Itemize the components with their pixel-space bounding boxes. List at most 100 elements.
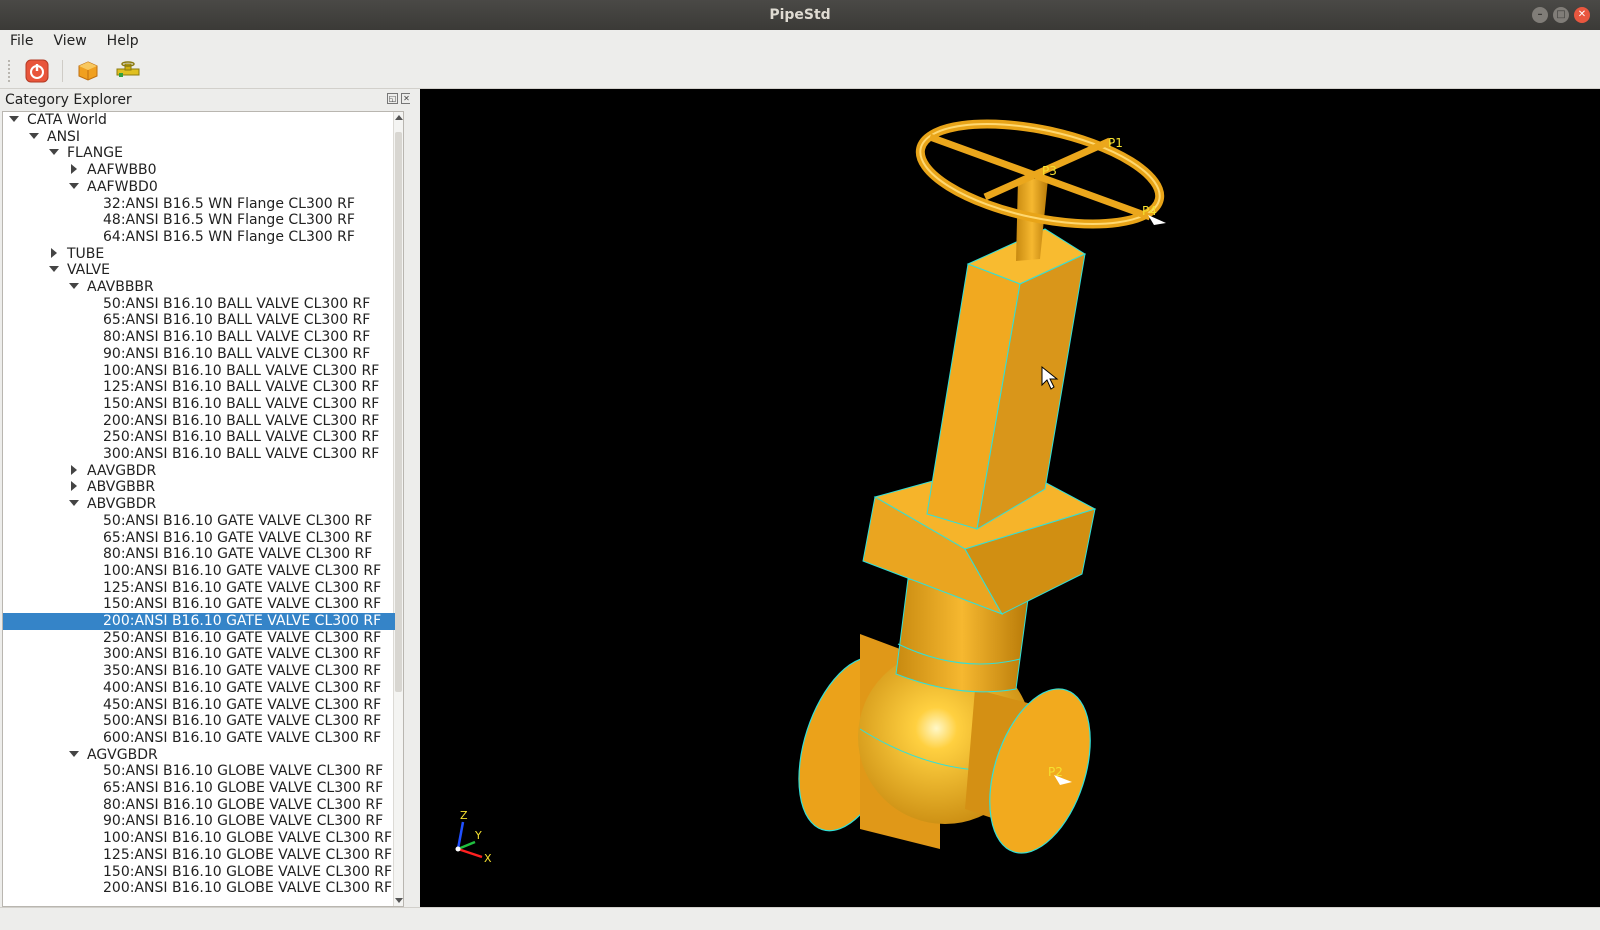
tree-item[interactable]: 125:ANSI B16.10 BALL VALVE CL300 RF — [3, 379, 395, 396]
tree-item[interactable]: 50:ANSI B16.10 GLOBE VALVE CL300 RF — [3, 763, 395, 780]
tree-item[interactable]: 90:ANSI B16.10 GLOBE VALVE CL300 RF — [3, 813, 395, 830]
tree-item[interactable]: ANSI — [3, 129, 395, 146]
tree-item[interactable]: 200:ANSI B16.10 GATE VALVE CL300 RF — [3, 613, 395, 630]
tree-item-label: TUBE — [67, 245, 105, 262]
panel-splitter[interactable] — [410, 89, 420, 907]
tree-item[interactable]: 250:ANSI B16.10 GATE VALVE CL300 RF — [3, 630, 395, 647]
maximize-icon[interactable]: □ — [1553, 7, 1569, 23]
tree-item[interactable]: ABVGBBR — [3, 479, 395, 496]
tree-item-label: 200:ANSI B16.10 GLOBE VALVE CL300 RF — [103, 880, 393, 897]
tree-item[interactable]: 100:ANSI B16.10 BALL VALVE CL300 RF — [3, 363, 395, 380]
scroll-up-icon[interactable] — [395, 115, 403, 120]
tree-item-label: AAFWBB0 — [87, 162, 157, 179]
tree-item[interactable]: 350:ANSI B16.10 GATE VALVE CL300 RF — [3, 663, 395, 680]
tree-item-label: 350:ANSI B16.10 GATE VALVE CL300 RF — [103, 663, 382, 680]
toolbar-grip[interactable] — [8, 59, 12, 82]
title-bar: PipeStd – □ ✕ — [0, 0, 1600, 30]
tree-item[interactable]: 300:ANSI B16.10 GATE VALVE CL300 RF — [3, 646, 395, 663]
tree-item[interactable]: 450:ANSI B16.10 GATE VALVE CL300 RF — [3, 697, 395, 714]
tree-item[interactable]: FLANGE — [3, 145, 395, 162]
tree-item[interactable]: 150:ANSI B16.10 GLOBE VALVE CL300 RF — [3, 864, 395, 881]
power-button[interactable] — [22, 57, 52, 85]
tree-item[interactable]: AAVBBBR — [3, 279, 395, 296]
expand-right-icon[interactable] — [71, 481, 77, 492]
tree-item[interactable]: 125:ANSI B16.10 GATE VALVE CL300 RF — [3, 580, 395, 597]
close-icon[interactable]: ✕ — [1574, 7, 1590, 23]
tree-item-label: 100:ANSI B16.10 BALL VALVE CL300 RF — [103, 362, 380, 379]
tree-item[interactable]: 200:ANSI B16.10 BALL VALVE CL300 RF — [3, 413, 395, 430]
tree-item[interactable]: 200:ANSI B16.10 GLOBE VALVE CL300 RF — [3, 880, 395, 897]
minimize-icon[interactable]: – — [1532, 7, 1548, 23]
menu-view[interactable]: View — [43, 30, 96, 53]
tree-item[interactable]: 250:ANSI B16.10 BALL VALVE CL300 RF — [3, 429, 395, 446]
tree-item[interactable]: 125:ANSI B16.10 GLOBE VALVE CL300 RF — [3, 847, 395, 864]
tree-item-label: AAFWBD0 — [87, 178, 158, 195]
status-bar — [0, 907, 1600, 930]
expand-down-icon[interactable] — [69, 500, 79, 507]
tree-item[interactable]: 65:ANSI B16.10 GLOBE VALVE CL300 RF — [3, 780, 395, 797]
tree-item[interactable]: 500:ANSI B16.10 GATE VALVE CL300 RF — [3, 713, 395, 730]
tree-item[interactable]: AGVGBDR — [3, 747, 395, 764]
tree-item[interactable]: 90:ANSI B16.10 BALL VALVE CL300 RF — [3, 346, 395, 363]
tree-item[interactable]: 32:ANSI B16.5 WN Flange CL300 RF — [3, 196, 395, 213]
tree-item[interactable]: 65:ANSI B16.10 BALL VALVE CL300 RF — [3, 312, 395, 329]
tree-item[interactable]: ABVGBDR — [3, 496, 395, 513]
window-title: PipeStd — [769, 7, 831, 23]
tree-item[interactable]: 48:ANSI B16.5 WN Flange CL300 RF — [3, 212, 395, 229]
tree-item[interactable]: 150:ANSI B16.10 GATE VALVE CL300 RF — [3, 596, 395, 613]
tree-item-label: 600:ANSI B16.10 GATE VALVE CL300 RF — [103, 729, 382, 746]
expand-down-icon[interactable] — [49, 266, 59, 273]
menu-help[interactable]: Help — [97, 30, 149, 53]
scroll-down-icon[interactable] — [395, 898, 403, 903]
pipe-icon — [116, 60, 140, 77]
expand-down-icon[interactable] — [49, 149, 59, 156]
tree-item-label: 90:ANSI B16.10 BALL VALVE CL300 RF — [103, 345, 371, 362]
3d-viewport[interactable]: P1 P3 P4 P2 Z Y X — [420, 89, 1600, 907]
tree-item-label: 64:ANSI B16.5 WN Flange CL300 RF — [103, 228, 355, 245]
tree-item[interactable]: 50:ANSI B16.10 BALL VALVE CL300 RF — [3, 296, 395, 313]
tree-item[interactable]: CATA World — [3, 112, 395, 129]
expand-down-icon[interactable] — [29, 132, 39, 139]
tree-item[interactable]: 50:ANSI B16.10 GATE VALVE CL300 RF — [3, 513, 395, 530]
expand-right-icon[interactable] — [51, 247, 57, 258]
tree-item-label: 50:ANSI B16.10 GATE VALVE CL300 RF — [103, 512, 373, 529]
expand-right-icon[interactable] — [71, 164, 77, 175]
tree-item-label: 125:ANSI B16.10 BALL VALVE CL300 RF — [103, 379, 380, 396]
tree-item[interactable]: 64:ANSI B16.5 WN Flange CL300 RF — [3, 229, 395, 246]
tree-item-label: 50:ANSI B16.10 BALL VALVE CL300 RF — [103, 295, 371, 312]
tree-item[interactable]: 100:ANSI B16.10 GATE VALVE CL300 RF — [3, 563, 395, 580]
tree-item-label: 450:ANSI B16.10 GATE VALVE CL300 RF — [103, 696, 382, 713]
expand-down-icon[interactable] — [69, 283, 79, 289]
power-icon — [25, 59, 49, 82]
tree-item[interactable]: AAFWBB0 — [3, 162, 395, 179]
tree-item[interactable]: 600:ANSI B16.10 GATE VALVE CL300 RF — [3, 730, 395, 747]
tree-item[interactable]: 80:ANSI B16.10 BALL VALVE CL300 RF — [3, 329, 395, 346]
tree-item[interactable]: 300:ANSI B16.10 BALL VALVE CL300 RF — [3, 446, 395, 463]
tree-item[interactable]: 65:ANSI B16.10 GATE VALVE CL300 RF — [3, 530, 395, 547]
tree-item-label: 125:ANSI B16.10 GLOBE VALVE CL300 RF — [103, 846, 393, 863]
tree-item-label: VALVE — [67, 262, 110, 279]
tree-item[interactable]: 80:ANSI B16.10 GATE VALVE CL300 RF — [3, 546, 395, 563]
axis-triad: Z Y X — [455, 809, 492, 865]
expand-right-icon[interactable] — [71, 464, 77, 475]
tree-item[interactable]: TUBE — [3, 246, 395, 263]
tree-item[interactable]: 100:ANSI B16.10 GLOBE VALVE CL300 RF — [3, 830, 395, 847]
pipe-button[interactable] — [113, 57, 143, 85]
category-tree[interactable]: CATA World ANSI FLANGE AAFWBB0 AAFWBD0 32:ANS… — [2, 111, 404, 907]
expand-down-icon[interactable] — [69, 750, 79, 757]
expand-down-icon[interactable] — [9, 116, 19, 122]
cube-button[interactable] — [73, 57, 103, 85]
tree-item[interactable]: AAVGBDR — [3, 463, 395, 480]
tree-item[interactable]: 80:ANSI B16.10 GLOBE VALVE CL300 RF — [3, 797, 395, 814]
tree-item-label: 500:ANSI B16.10 GATE VALVE CL300 RF — [103, 713, 382, 730]
float-panel-icon[interactable]: ◱ — [387, 93, 398, 104]
tree-item[interactable]: AAFWBD0 — [3, 179, 395, 196]
tree-item[interactable]: 400:ANSI B16.10 GATE VALVE CL300 RF — [3, 680, 395, 697]
menu-file[interactable]: File — [0, 30, 43, 53]
scroll-thumb[interactable] — [395, 132, 402, 692]
toolbar — [0, 53, 1600, 89]
tree-item[interactable]: VALVE — [3, 262, 395, 279]
expand-down-icon[interactable] — [69, 182, 79, 189]
tree-item[interactable]: 150:ANSI B16.10 BALL VALVE CL300 RF — [3, 396, 395, 413]
tree-item-label: 250:ANSI B16.10 GATE VALVE CL300 RF — [103, 629, 382, 646]
